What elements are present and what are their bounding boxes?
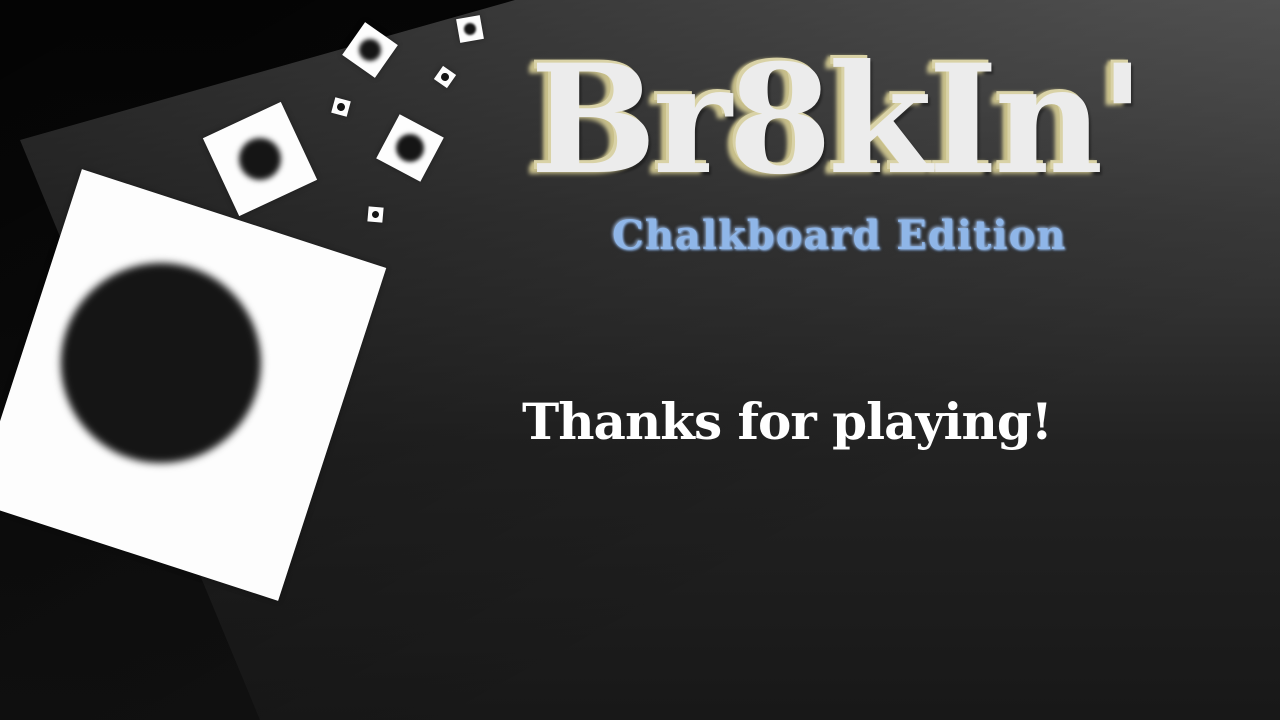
- tile-hole: [439, 71, 451, 83]
- tile-hole: [463, 22, 477, 36]
- tiny-tile-icon: [433, 65, 457, 89]
- tiny-tile-icon: [367, 206, 384, 223]
- game-title: Br8kIn': [530, 32, 1145, 208]
- tiny-tile-icon: [456, 15, 484, 43]
- small-tile-icon: [376, 114, 444, 182]
- tile-hole: [336, 102, 346, 112]
- tile-hole: [232, 131, 288, 187]
- tile-hole: [371, 210, 380, 219]
- tile-hole: [354, 34, 386, 66]
- thanks-message: Thanks for playing!: [522, 392, 1053, 451]
- tile-hole: [391, 129, 429, 167]
- game-subtitle: Chalkboard Edition: [612, 212, 1067, 259]
- game-screen: Br8kIn' Chalkboard Edition Thanks for pl…: [0, 0, 1280, 720]
- tiny-tile-icon: [331, 97, 351, 117]
- tile-hole: [34, 237, 287, 490]
- medium-tile-icon: [202, 101, 318, 217]
